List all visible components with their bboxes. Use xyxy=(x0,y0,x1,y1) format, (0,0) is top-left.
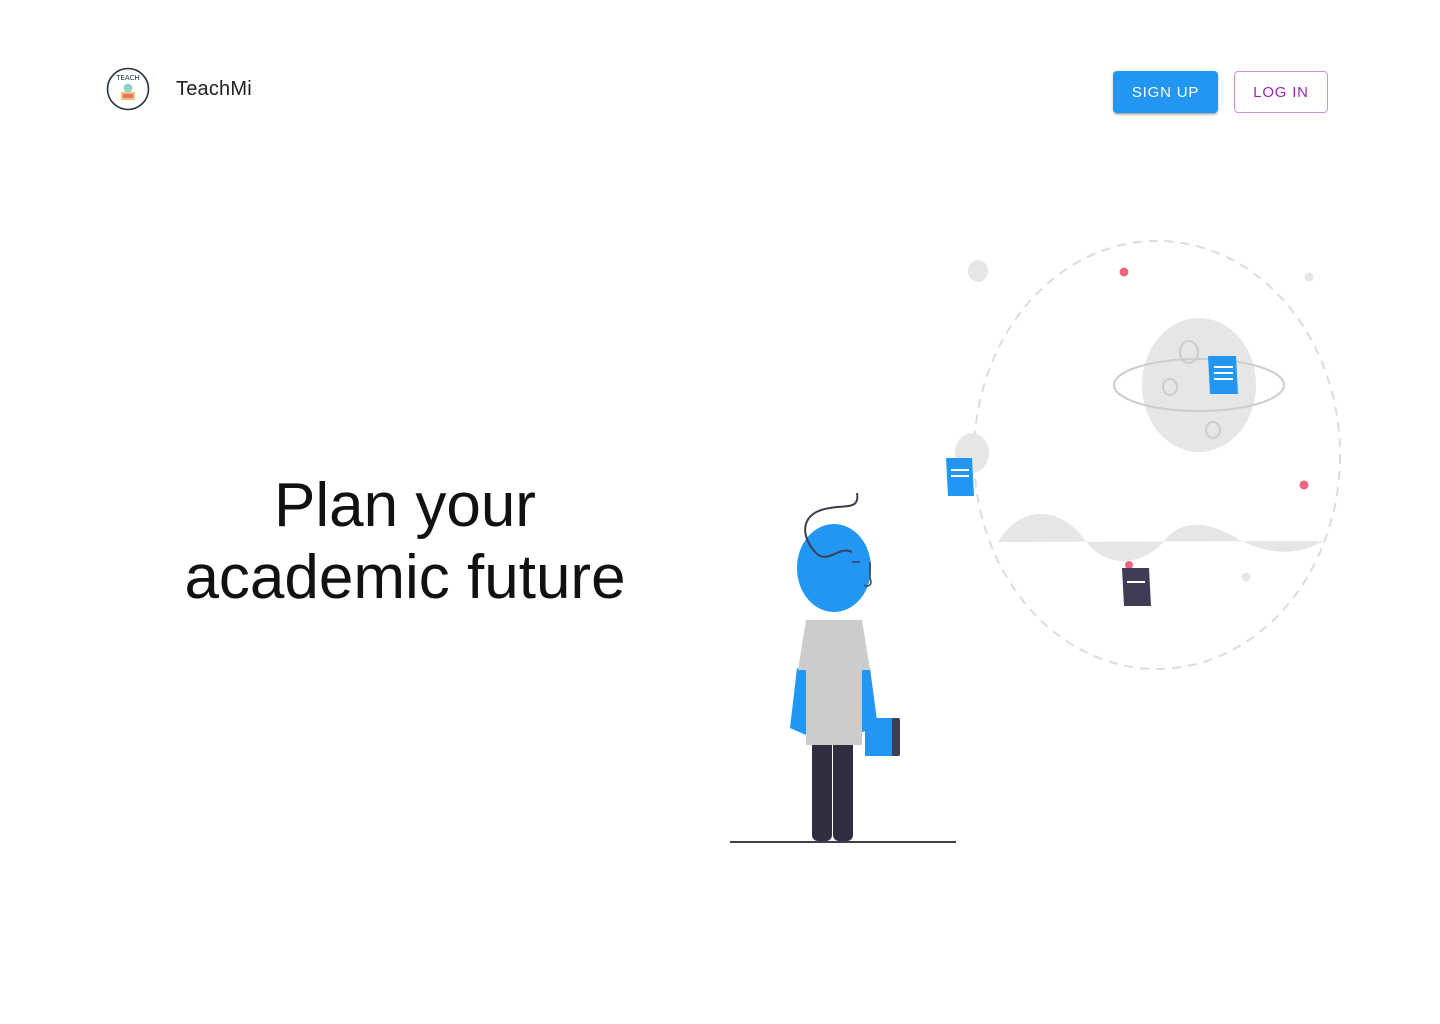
log-in-button[interactable]: LOG IN xyxy=(1234,71,1328,113)
teach-badge-icon[interactable]: TEACH xyxy=(106,67,150,111)
hero-headline: Plan your academic future xyxy=(170,470,640,614)
svg-text:TEACH: TEACH xyxy=(115,74,140,82)
person-looking-at-planet-illustration xyxy=(720,230,1360,860)
hero-line-2: academic future xyxy=(184,543,626,612)
brand-name: TeachMi xyxy=(176,78,252,100)
hero-line-1: Plan your xyxy=(274,471,536,540)
landing-page: TEACH TeachMi SIGN UP LOG IN Plan your a… xyxy=(0,0,1440,1024)
sign-up-button[interactable]: SIGN UP xyxy=(1113,71,1218,113)
